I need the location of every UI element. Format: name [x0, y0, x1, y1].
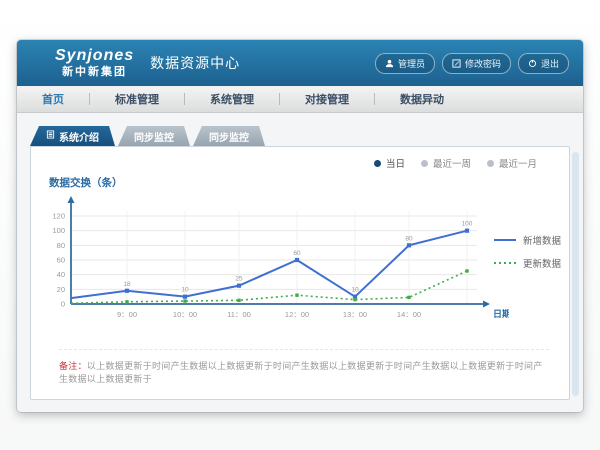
data-point-label: 10 [181, 287, 189, 294]
data-point-marker[interactable] [237, 284, 241, 288]
tab-同步监控-2[interactable]: 同步监控 [193, 126, 265, 146]
app-window: Synjones 新中新集团 数据资源中心 管理员修改密码退出 首页标准管理系统… [17, 40, 583, 412]
main-nav: 首页标准管理系统管理对接管理数据异动 [17, 86, 583, 113]
range-option-label: 最近一周 [433, 156, 471, 170]
data-point-marker[interactable] [183, 299, 186, 302]
nav-item-标准管理[interactable]: 标准管理 [90, 91, 184, 107]
y-tick-label: 100 [52, 226, 65, 235]
x-tick-label: 10：00 [173, 310, 197, 319]
range-option-当日[interactable]: 当日 [374, 156, 405, 170]
tab-label: 同步监控 [134, 129, 174, 144]
data-point-marker[interactable] [465, 269, 468, 272]
data-point-marker[interactable] [465, 229, 469, 233]
range-option-最近一周[interactable]: 最近一周 [421, 156, 471, 170]
time-range-options: 当日 最近一周 最近一月 [374, 156, 537, 170]
user-icon [385, 59, 394, 68]
y-tick-label: 20 [57, 285, 65, 294]
y-tick-label: 120 [52, 212, 65, 221]
x-tick-label: 14：00 [397, 310, 421, 319]
data-point-marker[interactable] [295, 294, 298, 297]
window-scrollbar[interactable] [572, 152, 579, 396]
y-tick-label: 40 [57, 270, 65, 279]
x-tick-label: 12：00 [285, 310, 309, 319]
x-tick-label: 11：00 [227, 310, 251, 319]
data-point-marker[interactable] [237, 299, 240, 302]
data-point-label: 18 [123, 281, 131, 288]
range-option-label: 最近一月 [499, 156, 537, 170]
data-point-label: 80 [405, 235, 413, 242]
radio-dot-icon [487, 160, 494, 167]
page-title: 数据资源中心 [150, 53, 240, 73]
header-user-actions: 管理员 修改密码 退出 [375, 40, 569, 86]
x-tick-label: 13：00 [343, 310, 367, 319]
y-tick-label: 60 [57, 256, 65, 265]
header-button-管理员[interactable]: 管理员 [375, 53, 435, 74]
radio-dot-icon [421, 160, 428, 167]
edit-icon [452, 59, 461, 68]
header: Synjones 新中新集团 数据资源中心 管理员 修改密码 退出 [17, 40, 583, 86]
logo-wordmark: Synjones [55, 48, 134, 64]
data-point-marker[interactable] [407, 243, 411, 247]
nav-item-对接管理[interactable]: 对接管理 [280, 91, 374, 107]
power-icon [528, 59, 537, 68]
data-point-marker[interactable] [407, 296, 410, 299]
content-panel: 当日 最近一周 最近一月 数据交换（条） 0 20 40 60 80 100 120 9：00 10… [30, 146, 570, 400]
data-point-marker[interactable] [125, 300, 128, 303]
data-point-marker[interactable] [353, 298, 356, 301]
chart-y-axis-title: 数据交换（条） [49, 175, 123, 190]
header-button-退出[interactable]: 退出 [518, 53, 569, 74]
legend-label: 新增数据 [523, 233, 561, 247]
data-point-label: 10 [351, 287, 359, 294]
company-logo: Synjones 新中新集团 [55, 48, 134, 78]
nav-item-系统管理[interactable]: 系统管理 [185, 91, 279, 107]
tab-同步监控-1[interactable]: 同步监控 [118, 126, 190, 146]
tab-label: 系统介绍 [59, 129, 99, 144]
header-button-修改密码[interactable]: 修改密码 [442, 53, 511, 74]
radio-dot-icon [374, 160, 381, 167]
x-tick-label: 9：00 [117, 310, 137, 319]
y-tick-label: 80 [57, 241, 65, 250]
note-text: 以上数据更新于时间产生数据以上数据更新于时间产生数据以上数据更新于时间产生数据以… [59, 361, 543, 384]
logo-company-name: 新中新集团 [55, 67, 134, 78]
legend-item-更新数据[interactable]: 更新数据 [493, 256, 561, 270]
legend-line-sample [493, 237, 517, 243]
range-option-label: 当日 [386, 156, 405, 170]
data-point-marker[interactable] [295, 258, 299, 262]
y-tick-label: 0 [61, 300, 65, 309]
tab-系统介绍-0[interactable]: 系统介绍 [30, 126, 115, 146]
legend-line-sample [493, 260, 517, 266]
footer-note: 备注：以上数据更新于时间产生数据以上数据更新于时间产生数据以上数据更新于时间产生… [59, 349, 549, 385]
header-button-label: 退出 [541, 57, 559, 70]
nav-item-首页[interactable]: 首页 [17, 91, 89, 107]
header-button-label: 管理员 [398, 57, 425, 70]
nav-item-数据异动[interactable]: 数据异动 [375, 91, 469, 107]
data-point-marker[interactable] [183, 295, 187, 299]
line-chart: 0 20 40 60 80 100 120 9：00 10：00 11：00 12：00 13：00 1… [39, 189, 509, 329]
tab-bar: 系统介绍 同步监控 同步监控 [30, 126, 268, 146]
data-point-label: 60 [293, 250, 301, 257]
legend-item-新增数据[interactable]: 新增数据 [493, 233, 561, 247]
tab-label: 同步监控 [209, 129, 249, 144]
data-point-label: 100 [462, 221, 473, 228]
range-option-最近一月[interactable]: 最近一月 [487, 156, 537, 170]
chart-x-axis-title: 日期（小时） [493, 308, 509, 319]
data-point-label: 25 [235, 276, 243, 283]
note-label: 备注： [59, 361, 87, 371]
chart-legend: 新增数据更新数据 [493, 233, 561, 279]
header-button-label: 修改密码 [465, 57, 501, 70]
document-icon [46, 130, 55, 142]
legend-label: 更新数据 [523, 256, 561, 270]
data-point-marker[interactable] [125, 289, 129, 293]
